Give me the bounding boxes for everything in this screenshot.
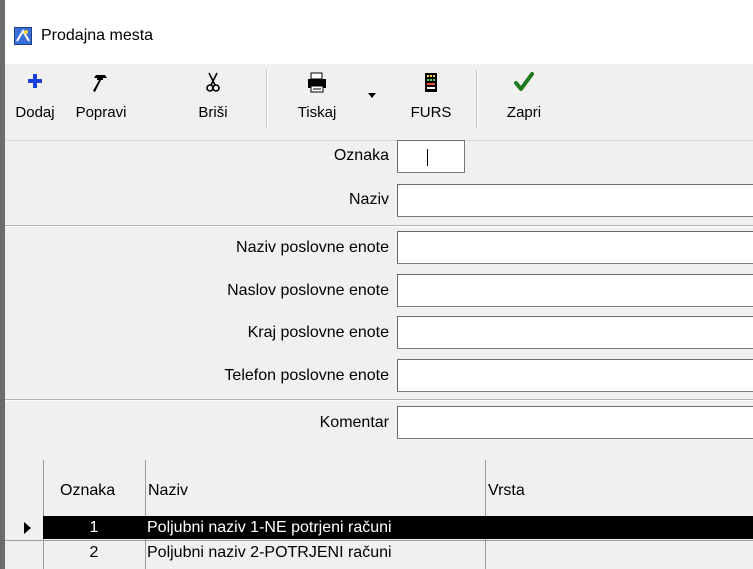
delete-button-label: Briši (198, 104, 228, 121)
telefon-pe-field[interactable] (397, 359, 753, 392)
table-row[interactable]: 2 Poljubni naziv 2-POTRJENI računi (5, 540, 753, 564)
column-header-label: Oznaka (60, 482, 116, 499)
delete-button[interactable]: Briši (189, 64, 237, 132)
column-header-vrsta[interactable]: Vrsta (486, 460, 753, 520)
cell-vrsta (487, 541, 751, 564)
close-button-label: Zapri (506, 104, 542, 121)
cell-naziv: Poljubni naziv 2-POTRJENI računi (147, 544, 392, 561)
komentar-label: Komentar (319, 414, 389, 431)
checkmark-icon (514, 72, 534, 91)
plus-icon (28, 74, 42, 88)
column-header-label: Vrsta (488, 482, 525, 499)
add-button[interactable]: Dodaj (5, 64, 65, 132)
naziv-field[interactable] (397, 184, 753, 217)
current-row-arrow-icon (24, 522, 31, 534)
print-button-label: Tiskaj (297, 104, 337, 121)
print-dropdown-arrow[interactable] (368, 93, 376, 98)
add-button-label: Dodaj (15, 104, 55, 121)
table-row[interactable]: 1 Poljubni naziv 1-NE potrjeni računi (5, 516, 753, 539)
title-bar: Prodajna mesta (5, 0, 753, 64)
furs-button[interactable]: FURS (405, 64, 457, 132)
cell-naziv: Poljubni naziv 1-NE potrjeni računi (147, 519, 392, 536)
toolbar-separator (476, 70, 478, 128)
naslov-pe-field[interactable] (397, 274, 753, 307)
oznaka-field[interactable] (397, 140, 465, 173)
cell-oznaka: 1 (89, 519, 99, 536)
text-caret (427, 149, 428, 166)
toolbar-separator (266, 70, 268, 128)
scissors-icon (206, 72, 220, 92)
window: Prodajna mesta Dodaj Popravi Briši Tiska… (5, 0, 753, 569)
komentar-field[interactable] (397, 406, 753, 439)
column-header-label: Naziv (148, 482, 189, 499)
row-indicator (5, 541, 43, 564)
data-grid: Oznaka Naziv Vrsta 1 Poljubni naziv 1-NE… (5, 460, 753, 569)
row-indicator (5, 516, 43, 539)
column-header-naziv[interactable]: Naziv (146, 460, 484, 520)
window-title: Prodajna mesta (41, 27, 154, 44)
naziv-pe-label: Naziv poslovne enote (236, 239, 389, 256)
naziv-label: Naziv (348, 191, 389, 208)
kraj-pe-field[interactable] (397, 316, 753, 349)
naslov-pe-label: Naslov poslovne enote (227, 282, 389, 299)
cell-oznaka: 2 (89, 544, 99, 561)
toolbar: Dodaj Popravi Briši Tiskaj FURS Zapri (5, 64, 753, 141)
furs-button-label: FURS (410, 104, 452, 121)
app-icon (14, 27, 32, 45)
form-divider (5, 225, 753, 227)
register-icon (425, 73, 437, 92)
printer-icon (308, 72, 326, 93)
hammer-icon (93, 75, 107, 92)
oznaka-label: Oznaka (333, 147, 389, 164)
close-button[interactable]: Zapri (494, 64, 554, 132)
telefon-pe-label: Telefon poslovne enote (224, 367, 389, 384)
edit-button-label: Popravi (75, 104, 127, 121)
cell-vrsta (487, 516, 751, 539)
kraj-pe-label: Kraj poslovne enote (247, 324, 389, 341)
form-divider (5, 399, 753, 401)
print-button[interactable]: Tiskaj (284, 64, 350, 132)
naziv-pe-field[interactable] (397, 231, 753, 264)
column-header-oznaka[interactable]: Oznaka (44, 460, 144, 520)
edit-button[interactable]: Popravi (65, 64, 137, 132)
